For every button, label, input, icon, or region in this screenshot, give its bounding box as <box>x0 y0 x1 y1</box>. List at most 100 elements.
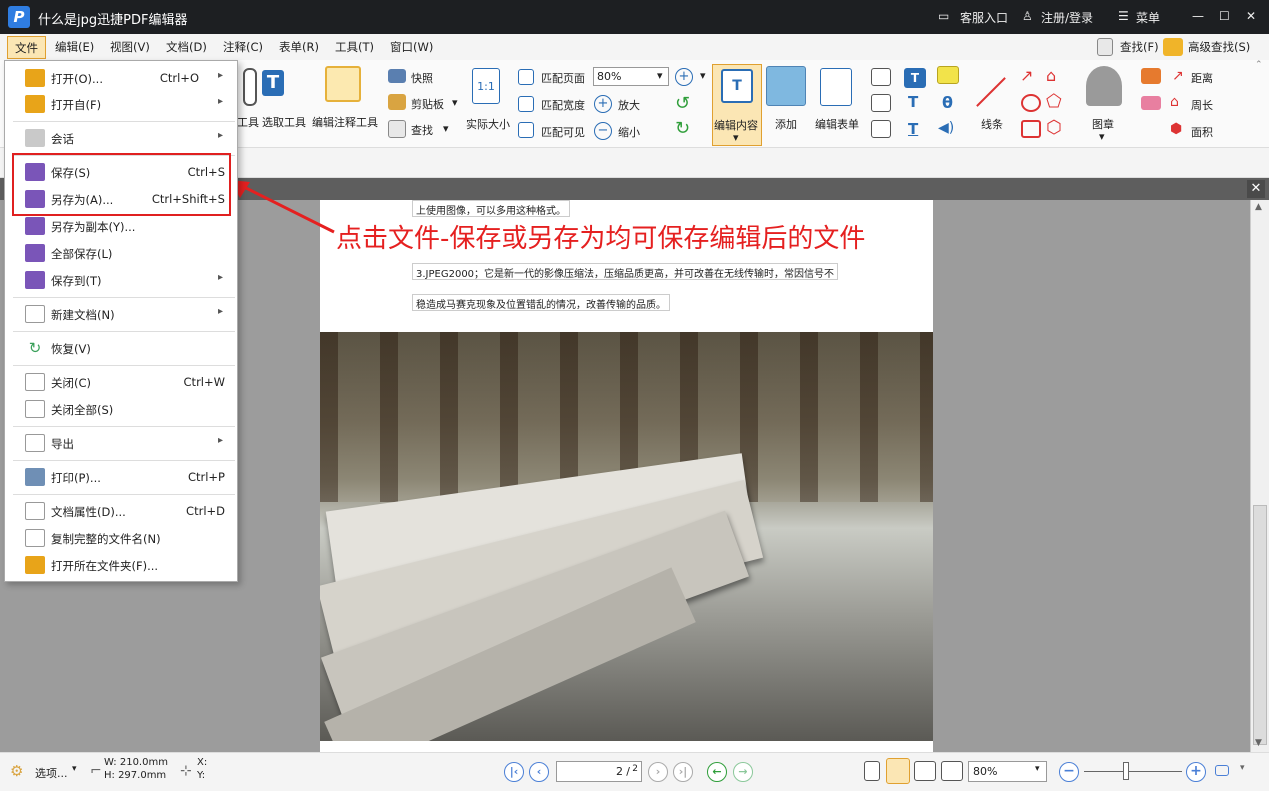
clipboard-icon[interactable] <box>388 94 406 110</box>
maximize-button[interactable]: ☐ <box>1219 9 1230 23</box>
perimeter-icon[interactable]: ⌂ <box>1170 94 1179 110</box>
gear-icon[interactable]: ⚙ <box>10 762 23 780</box>
actual-size-icon[interactable]: 1:1 <box>472 68 500 104</box>
edit-content-button[interactable]: T 编辑内容 ▾ <box>712 64 762 146</box>
facing-page-icon[interactable] <box>914 761 936 781</box>
menu-window[interactable]: 窗口(W) <box>390 39 433 55</box>
ribbon-find-button[interactable]: 查找 <box>411 122 433 138</box>
minimize-button[interactable]: — <box>1192 9 1204 23</box>
scroll-thumb[interactable] <box>1253 505 1267 745</box>
text-box-icon[interactable] <box>871 68 891 86</box>
edit-annotation-tool-button[interactable]: 编辑注释工具 <box>312 114 378 130</box>
find-button[interactable]: 查找(F) <box>1120 39 1159 55</box>
user-icon[interactable]: ♙ <box>1022 9 1033 23</box>
find-dropdown-icon[interactable]: ▾ <box>443 122 449 135</box>
area-icon[interactable]: ⬢ <box>1170 121 1182 137</box>
fit-width-button[interactable]: 匹配宽度 <box>541 97 585 113</box>
edit-annotation-icon[interactable] <box>325 66 361 102</box>
camera-icon[interactable] <box>388 69 406 83</box>
forward-view-icon[interactable]: → <box>733 762 753 782</box>
lines-button[interactable]: 线条 <box>981 116 1003 132</box>
text-field-icon[interactable] <box>871 94 891 112</box>
menu-file[interactable]: 文件 <box>7 36 46 59</box>
line-icon[interactable] <box>976 77 1006 107</box>
rectangle-icon[interactable] <box>1021 120 1041 138</box>
clipboard-dropdown-icon[interactable]: ▾ <box>452 96 458 109</box>
stamp-dropdown-icon[interactable]: ▾ <box>1099 130 1105 143</box>
polygon-icon[interactable]: ⬠ <box>1046 91 1062 112</box>
zoom-glass-icon[interactable]: + <box>675 68 693 86</box>
strikeout-icon[interactable]: T <box>908 93 918 111</box>
pencil-icon[interactable] <box>1141 68 1161 84</box>
edit-form-button[interactable]: 编辑表单 <box>815 116 859 132</box>
login-link[interactable]: 注册/登录 <box>1041 9 1093 26</box>
hamburger-icon[interactable]: ☰ <box>1118 9 1129 23</box>
chat-icon[interactable]: ▭ <box>938 9 949 23</box>
close-window-button[interactable]: ✕ <box>1246 9 1256 23</box>
perimeter-button[interactable]: 周长 <box>1191 97 1213 113</box>
continuous-page-icon[interactable] <box>886 758 910 784</box>
menu-open[interactable]: 打开(O)... Ctrl+O ▸ <box>5 65 237 91</box>
polyline-icon[interactable]: ⌂ <box>1046 66 1056 85</box>
cloud-icon[interactable]: ⬡ <box>1046 117 1062 138</box>
sound-icon[interactable]: ◀) <box>938 120 954 136</box>
attachment-icon[interactable]: θ <box>942 93 953 112</box>
menu-session[interactable]: 会话 ▸ <box>5 125 237 151</box>
menu-save-all[interactable]: 全部保存(L) <box>5 240 237 266</box>
menu-save-to[interactable]: 保存到(T) ▸ <box>5 267 237 293</box>
advanced-find-button[interactable]: 高级查找(S) <box>1188 39 1250 55</box>
facing-continuous-icon[interactable] <box>941 761 963 781</box>
rotate-right-icon[interactable]: ↻ <box>675 118 690 139</box>
select-tool-button[interactable]: 选取工具 <box>262 114 306 130</box>
options-button[interactable]: 选项... <box>35 765 68 781</box>
pdf-page[interactable]: 上使用图像，可以多用这种格式。 3.JPEG2000；它是新一代的影像压缩法，压… <box>320 200 933 752</box>
advanced-find-icon[interactable] <box>1163 38 1183 56</box>
scroll-up-icon[interactable]: ▲ <box>1255 202 1262 212</box>
zoom-in-circle-icon[interactable]: + <box>1186 762 1206 782</box>
find-icon[interactable] <box>1097 38 1113 56</box>
text-block-3[interactable]: 稳造成马赛克现象及位置错乱的情况，改善传输的品质。 <box>412 294 670 311</box>
scroll-down-icon[interactable]: ▼ <box>1255 738 1262 748</box>
hand-tool-label[interactable]: 工具 <box>237 114 259 130</box>
rotate-left-icon[interactable]: ↺ <box>675 93 690 114</box>
menu-view[interactable]: 视图(V) <box>110 39 150 55</box>
ribbon-collapse-icon[interactable]: ⌃ <box>1255 60 1263 70</box>
menu-edit[interactable]: 编辑(E) <box>55 39 94 55</box>
menu-properties[interactable]: 文档属性(D)... Ctrl+D <box>5 498 237 524</box>
status-menu-chevron-icon[interactable]: ▾ <box>1240 763 1245 773</box>
next-page-icon[interactable]: › <box>648 762 668 782</box>
close-document-button[interactable]: ✕ <box>1247 180 1265 198</box>
zoom-in-icon[interactable]: + <box>594 95 612 113</box>
zoom-out-icon[interactable]: − <box>594 122 612 140</box>
menu-form[interactable]: 表单(R) <box>279 39 319 55</box>
fullscreen-icon[interactable] <box>1215 765 1229 776</box>
fit-page-button[interactable]: 匹配页面 <box>541 70 585 86</box>
menu-print[interactable]: 打印(P)... Ctrl+P <box>5 464 237 490</box>
zoom-out-circle-icon[interactable]: − <box>1059 762 1079 782</box>
zoom-in-button[interactable]: 放大 <box>618 97 640 113</box>
menu-new-document[interactable]: 新建文档(N) ▸ <box>5 301 237 327</box>
find-doc-icon[interactable] <box>388 120 406 138</box>
area-button[interactable]: 面积 <box>1191 124 1213 140</box>
vertical-scrollbar[interactable]: ▲ ▼ <box>1250 200 1269 752</box>
customer-service-link[interactable]: 客服入口 <box>960 9 1008 26</box>
menu-comment[interactable]: 注释(C) <box>223 39 263 55</box>
text-block-2[interactable]: 3.JPEG2000；它是新一代的影像压缩法，压缩品质更高，并可改善在无线传输时… <box>412 263 839 280</box>
ellipse-icon[interactable] <box>1021 94 1041 112</box>
main-menu-button[interactable]: 菜单 <box>1136 9 1160 26</box>
last-page-icon[interactable]: ›| <box>673 762 693 782</box>
add-image-icon[interactable] <box>766 66 806 106</box>
zoom-select[interactable]: 80% ▾ <box>593 67 669 86</box>
newspaper-photo[interactable] <box>320 332 933 741</box>
zoom-glass-dropdown-icon[interactable]: ▾ <box>700 69 706 82</box>
menu-revert[interactable]: ↻ 恢复(V) <box>5 335 237 361</box>
clipboard-button[interactable]: 剪贴板 <box>411 96 444 112</box>
distance-icon[interactable]: ↗ <box>1172 68 1184 84</box>
menu-tools[interactable]: 工具(T) <box>335 39 374 55</box>
text-callout-icon[interactable] <box>871 120 891 138</box>
zoom-out-button[interactable]: 缩小 <box>618 124 640 140</box>
status-zoom-select[interactable]: 80% ▾ <box>968 761 1047 782</box>
add-button[interactable]: 添加 <box>775 116 797 132</box>
menu-close[interactable]: 关闭(C) Ctrl+W <box>5 369 237 395</box>
distance-button[interactable]: 距离 <box>1191 70 1213 86</box>
